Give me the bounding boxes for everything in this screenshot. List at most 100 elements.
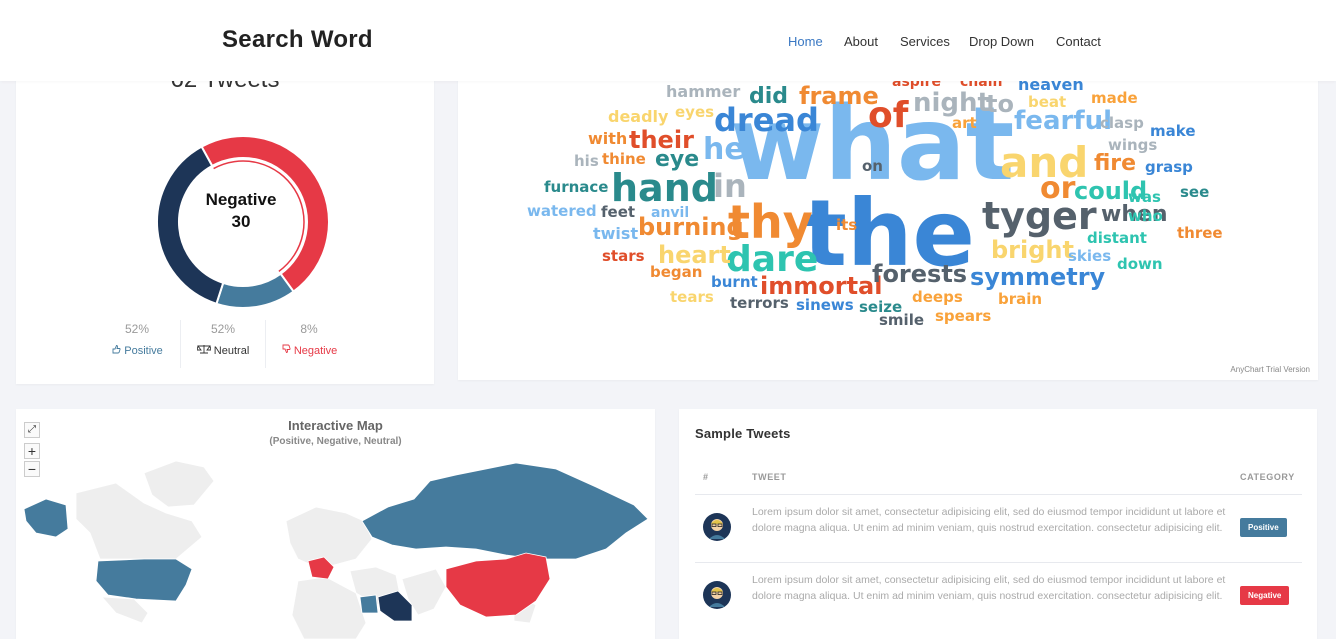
- nav-services[interactable]: Services: [900, 34, 950, 49]
- stat-neutral-label: Neutral: [213, 345, 250, 357]
- word-deadly[interactable]: deadly: [608, 109, 668, 125]
- map-alaska: [23, 498, 69, 538]
- map-usa: [95, 558, 193, 602]
- map-zoom-out-button[interactable]: −: [24, 461, 40, 477]
- word-with[interactable]: with: [588, 131, 627, 147]
- scale-icon: [196, 344, 214, 357]
- word-its[interactable]: its: [836, 218, 857, 233]
- word-on[interactable]: on: [862, 159, 883, 174]
- donut-center-label: Negative: [205, 190, 277, 209]
- avatar: [703, 581, 731, 609]
- table-divider: [695, 494, 1302, 495]
- word-three[interactable]: three: [1177, 226, 1223, 241]
- word-eye[interactable]: eye: [655, 149, 699, 171]
- map-europe: [285, 506, 373, 568]
- word-grasp[interactable]: grasp: [1145, 160, 1193, 175]
- word-anvil[interactable]: anvil: [651, 206, 689, 220]
- word-did[interactable]: did: [749, 86, 788, 108]
- tweet-text: Lorem ipsum dolor sit amet, consectetur …: [752, 506, 1226, 534]
- word-tears[interactable]: tears: [670, 290, 714, 305]
- word-stars[interactable]: stars: [602, 249, 645, 264]
- nav-home[interactable]: Home: [788, 34, 823, 49]
- word-hammer[interactable]: hammer: [666, 84, 740, 100]
- word-to[interactable]: to: [986, 92, 1014, 116]
- map-card: Interactive Map (Positive, Negative, Neu…: [16, 409, 655, 639]
- stat-positive: 52% Positive: [94, 322, 180, 357]
- avatar: [703, 513, 731, 541]
- word-sinews[interactable]: sinews: [796, 298, 854, 313]
- word-down[interactable]: down: [1117, 257, 1163, 272]
- column-header-tweet: TWEET: [752, 472, 787, 482]
- word-he[interactable]: he: [703, 135, 745, 165]
- column-header-category: CATEGORY: [1240, 472, 1295, 482]
- anychart-credit: AnyChart Trial Version: [1230, 365, 1310, 374]
- word-watered[interactable]: watered: [527, 204, 597, 219]
- word-twist[interactable]: twist: [593, 226, 638, 242]
- stat-neutral: 52% Neutral: [180, 322, 266, 357]
- word-wings[interactable]: wings: [1108, 138, 1157, 153]
- sentiment-card: 62 Tweets Negative 30 52% Positive 52% N…: [16, 60, 434, 384]
- map-egypt: [359, 594, 379, 614]
- map-russia: [361, 462, 649, 560]
- word-feet[interactable]: feet: [601, 205, 635, 220]
- word-art[interactable]: art: [952, 116, 977, 131]
- word-symmetry[interactable]: symmetry: [970, 265, 1105, 289]
- word-bright[interactable]: bright: [991, 238, 1074, 262]
- word-hand[interactable]: hand: [611, 169, 718, 207]
- stat-negative-label: Negative: [293, 345, 338, 357]
- table-divider: [695, 562, 1302, 563]
- map-greenland: [143, 460, 215, 508]
- nav-about[interactable]: About: [844, 34, 878, 49]
- thumbs-down-icon: [281, 344, 294, 357]
- nav-dropdown[interactable]: Drop Down: [969, 34, 1034, 49]
- word-burnt[interactable]: burnt: [711, 275, 758, 290]
- word-made[interactable]: made: [1091, 91, 1138, 106]
- map-zoom-in-button[interactable]: +: [24, 443, 40, 459]
- category-badge-negative: Negative: [1240, 586, 1290, 605]
- stat-negative-percent: 8%: [300, 322, 318, 336]
- sample-tweets-title: Sample Tweets: [695, 426, 791, 441]
- word-began[interactable]: began: [650, 265, 702, 280]
- sample-tweets-card: Sample Tweets # TWEET CATEGORY Lorem ips…: [679, 409, 1317, 639]
- word-terrors[interactable]: terrors: [730, 296, 789, 311]
- stat-positive-label: Positive: [124, 345, 163, 357]
- word-or[interactable]: or: [1040, 174, 1075, 204]
- word-clasp[interactable]: clasp: [1100, 116, 1144, 131]
- word-see[interactable]: see: [1180, 185, 1209, 200]
- map-mexico: [101, 596, 149, 624]
- word-beat[interactable]: beat: [1028, 95, 1066, 110]
- word-skies[interactable]: skies: [1068, 249, 1111, 264]
- word-cloud-card: what the thy dare hand tyger and dread of in he the…: [458, 60, 1318, 380]
- word-thine[interactable]: thine: [602, 152, 646, 167]
- word-fire[interactable]: fire: [1094, 153, 1136, 175]
- word-fearful[interactable]: fearful: [1014, 108, 1112, 134]
- word-night[interactable]: night: [913, 90, 990, 116]
- word-brain[interactable]: brain: [998, 292, 1042, 307]
- map-title: Interactive Map: [288, 418, 383, 433]
- word-deeps[interactable]: deeps: [912, 290, 963, 305]
- stat-positive-percent: 52%: [124, 322, 150, 336]
- tweet-text: Lorem ipsum dolor sit amet, consectetur …: [752, 574, 1226, 602]
- word-spears[interactable]: spears: [935, 309, 991, 324]
- word-was[interactable]: was: [1128, 190, 1161, 205]
- word-frame[interactable]: frame: [799, 84, 879, 108]
- brand-title[interactable]: Search Word: [222, 26, 373, 54]
- word-distant[interactable]: distant: [1087, 231, 1147, 246]
- word-eyes[interactable]: eyes: [675, 105, 714, 120]
- donut-segment-positive[interactable]: [215, 272, 295, 309]
- donut-center-value: 30: [231, 212, 251, 231]
- word-smile[interactable]: smile: [879, 313, 924, 328]
- word-in[interactable]: in: [713, 170, 747, 202]
- word-his[interactable]: his: [574, 154, 599, 169]
- stat-neutral-percent: 52%: [210, 322, 236, 336]
- thumbs-up-icon: [111, 345, 124, 357]
- map-fit-button[interactable]: ⤢: [24, 422, 40, 438]
- word-furnace[interactable]: furnace: [544, 180, 608, 195]
- word-who[interactable]: who: [1128, 209, 1163, 224]
- word-cloud: what the thy dare hand tyger and dread of in he the…: [458, 60, 1318, 380]
- word-forests[interactable]: forests: [872, 262, 967, 286]
- navbar: Search Word Home About Services Drop Dow…: [0, 0, 1336, 81]
- nav-contact[interactable]: Contact: [1056, 34, 1101, 49]
- stat-negative: 8% Negative: [266, 322, 352, 357]
- category-badge-positive: Positive: [1240, 518, 1287, 537]
